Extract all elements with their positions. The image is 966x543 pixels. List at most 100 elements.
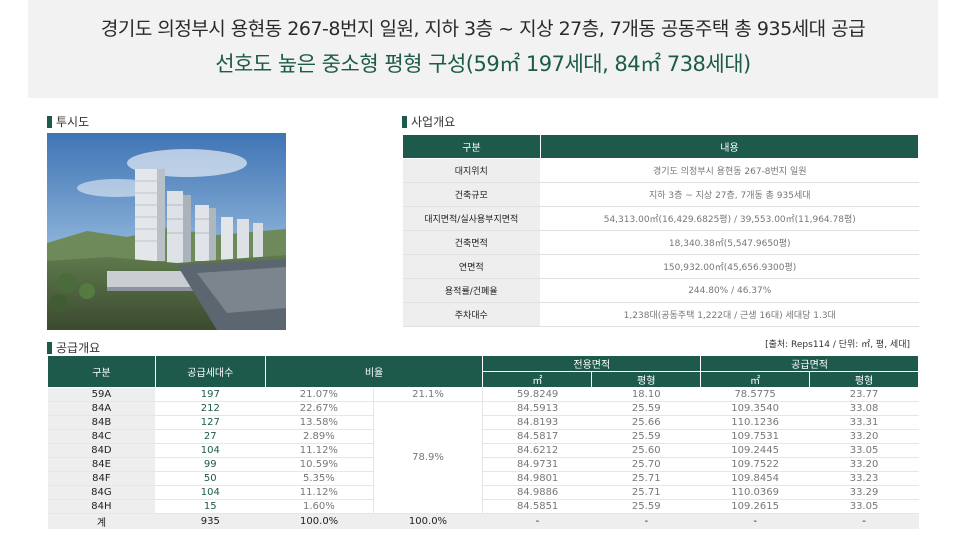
cell-exclusive-m2: 84.6212 [482,443,592,458]
row-label: 대지위치 [402,158,541,183]
supply-section-title: 공급개요 [47,339,100,356]
cell-exclusive-m2: 59.8249 [482,387,592,402]
cell-exclusive-m2: 84.9886 [482,485,592,500]
cell-count: 99 [155,457,266,472]
cell-supply-m2: 109.7531 [700,429,810,444]
table-row: 연면적 150,932.00㎡(45,656.9300평) [402,254,919,279]
section-marker-icon [402,115,407,128]
cell-ratio: 11.12% [265,485,374,500]
cell-count: 104 [155,485,266,500]
cell-ratio: 22.67% [265,401,374,416]
section-marker-icon [47,341,52,354]
cell-type: 84A [47,401,156,416]
cell-count: 127 [155,415,266,430]
total-count: 935 [155,513,266,529]
cell-exclusive-pyeong: 18.10 [591,387,701,402]
cell-exclusive-pyeong: 25.66 [591,415,701,430]
table-header-row: 구분 내용 [402,134,919,159]
row-value: 54,313.00㎡(16,429.6825평) / 39,553.00㎡(11… [540,206,919,231]
row-value: 1,238대(공동주택 1,222대 / 근생 16대) 세대당 1.3대 [540,302,919,327]
table-row: 84D 104 11.12% 84.6212 25.60 109.2445 33… [47,443,919,458]
cell-supply-m2: 109.2445 [700,443,810,458]
cell-supply-pyeong: 33.23 [809,471,919,486]
column-header-label: 구분 [402,134,541,159]
header-exclusive-area: 전용면적 [482,355,702,372]
cell-supply-m2: 110.0369 [700,485,810,500]
total-exclusive-m2: - [482,513,592,529]
cell-count: 50 [155,471,266,486]
cell-ratio: 2.89% [265,429,374,444]
cell-type: 84G [47,485,156,500]
table-row: 주차대수 1,238대(공동주택 1,222대 / 근생 16대) 세대당 1.… [402,302,919,327]
cell-type: 84E [47,457,156,472]
table-row: 건축규모 지하 3층 ~ 지상 27층, 7개동 총 935세대 [402,182,919,207]
table-row: 대지위치 경기도 의정부시 용현동 267-8번지 일원 [402,158,919,183]
table-row: 84F 50 5.35% 84.9801 25.71 109.8454 33.2… [47,471,919,486]
table-total-row: 계 935 100.0% 100.0% - - - - [47,513,919,529]
total-group-ratio: 100.0% [373,513,483,529]
cell-count: 212 [155,401,266,416]
cell-exclusive-pyeong: 25.59 [591,499,701,514]
cell-supply-pyeong: 33.20 [809,457,919,472]
header-highlight: 선호도 높은 중소형 평형 구성(59㎡ 197세대, 84㎡ 738세대) [215,52,751,76]
header-banner: 경기도 의정부시 용현동 267-8번지 일원, 지하 3층 ~ 지상 27층,… [28,0,938,98]
table-row: 84E 99 10.59% 84.9731 25.70 109.7522 33.… [47,457,919,472]
cell-ratio: 1.60% [265,499,374,514]
source-note: [출처: Reps114 / 단위: ㎡, 평, 세대] [765,340,910,350]
perspective-title-text: 투시도 [56,115,90,129]
cell-exclusive-m2: 84.5851 [482,499,592,514]
cell-exclusive-m2: 84.9731 [482,457,592,472]
table-row: 84A 212 22.67% 78.9% 84.5913 25.59 109.3… [47,401,919,514]
cell-supply-pyeong: 33.08 [809,401,919,416]
row-label: 연면적 [402,254,541,279]
cell-supply-pyeong: 33.05 [809,443,919,458]
cell-type: 84H [47,499,156,514]
column-header-value: 내용 [540,134,919,159]
business-title-text: 사업개요 [411,115,456,129]
row-value: 244.80% / 46.37% [540,278,919,303]
cell-count: 27 [155,429,266,444]
cell-supply-m2: 109.3540 [700,401,810,416]
total-supply-m2: - [700,513,810,529]
cell-type: 84D [47,443,156,458]
cell-ratio: 21.07% [265,387,374,402]
row-label: 건축규모 [402,182,541,207]
row-value: 18,340.38㎡(5,547.9650평) [540,230,919,255]
cell-type: 84B [47,415,156,430]
cell-type: 59A [47,387,156,402]
table-row: 84B 127 13.58% 84.8193 25.66 110.1236 33… [47,415,919,430]
cell-ratio: 10.59% [265,457,374,472]
cell-exclusive-m2: 84.8193 [482,415,592,430]
table-row: 용적률/건폐율 244.80% / 46.37% [402,278,919,303]
cell-supply-pyeong: 23.77 [809,387,919,402]
subheader-supply-pyeong: 평형 [809,371,919,388]
table-row: 84H 15 1.60% 84.5851 25.59 109.2615 33.0… [47,499,919,514]
business-overview-table: 구분 내용 대지위치 경기도 의정부시 용현동 267-8번지 일원 건축규모 … [402,134,919,327]
cell-group-ratio-84: 78.9% [372,401,484,514]
cell-supply-m2: 109.2615 [700,499,810,514]
total-supply-pyeong: - [809,513,919,529]
section-marker-icon [47,115,52,128]
cell-supply-m2: 109.7522 [700,457,810,472]
cell-type: 84F [47,471,156,486]
cell-ratio: 11.12% [265,443,374,458]
cell-exclusive-m2: 84.9801 [482,471,592,486]
row-value: 150,932.00㎡(45,656.9300평) [540,254,919,279]
header-type: 구분 [47,355,156,388]
cell-count: 15 [155,499,266,514]
cell-exclusive-pyeong: 25.70 [591,457,701,472]
apartment-rendering-icon [47,133,286,330]
supply-overview-table: 구분 공급세대수 비율 전용면적 공급면적 ㎡ 평형 ㎡ 평형 59A 197 … [47,355,919,529]
cell-supply-pyeong: 33.20 [809,429,919,444]
cell-supply-pyeong: 33.05 [809,499,919,514]
cell-type: 84C [47,429,156,444]
header-count: 공급세대수 [154,355,266,388]
cell-exclusive-pyeong: 25.71 [591,485,701,500]
business-section-title: 사업개요 [402,113,455,130]
table-row: 건축면적 18,340.38㎡(5,547.9650평) [402,230,919,255]
perspective-section-title: 투시도 [47,113,89,130]
subheader-exclusive-pyeong: 평형 [591,371,702,388]
cell-exclusive-pyeong: 25.71 [591,471,701,486]
cell-count: 104 [155,443,266,458]
supply-title-text: 공급개요 [56,341,101,355]
